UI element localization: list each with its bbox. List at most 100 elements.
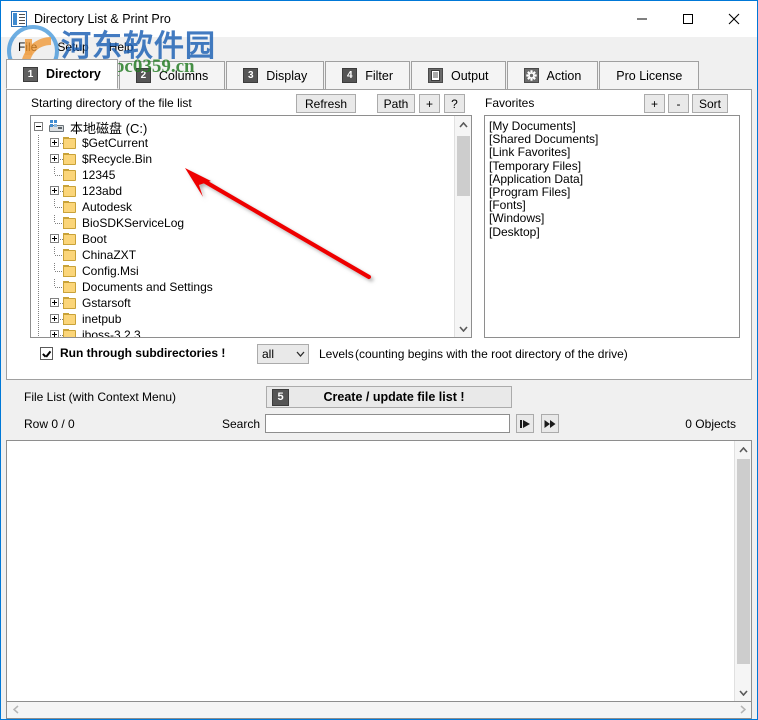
collapse-minus-icon[interactable]	[31, 119, 47, 135]
expand-plus-icon[interactable]	[47, 311, 65, 327]
tree-item[interactable]: ChinaZXT	[31, 247, 454, 263]
file-list-scroll-up-icon[interactable]	[735, 441, 752, 458]
tab-label-directory: Directory	[46, 67, 101, 81]
folder-icon	[63, 217, 77, 229]
search-next-match-icon[interactable]	[541, 414, 559, 433]
menu-item-setup[interactable]: Setup	[48, 38, 99, 57]
path-button[interactable]: Path	[377, 94, 415, 113]
expand-plus-icon[interactable]	[47, 295, 65, 311]
run-subdirectories-checkbox-row[interactable]: Run through subdirectories !	[40, 346, 225, 360]
path-help-button[interactable]: ?	[444, 94, 465, 113]
expand-plus-icon[interactable]	[47, 231, 65, 247]
refresh-button[interactable]: Refresh	[296, 94, 356, 113]
favorites-add-button[interactable]: +	[644, 94, 665, 113]
favorites-item[interactable]: [Windows]	[489, 212, 739, 225]
expander-box-minus[interactable]	[34, 122, 43, 131]
gear-icon	[523, 68, 539, 83]
tree-guide-line	[31, 199, 47, 215]
tree-item[interactable]: $GetCurrent	[31, 135, 454, 151]
favorites-list[interactable]: [My Documents] [Shared Documents] [Link Fa…	[484, 115, 740, 338]
tree-leaf-connector	[47, 247, 63, 263]
favorites-sort-button[interactable]: Sort	[692, 94, 728, 113]
minimize-button[interactable]	[619, 1, 665, 37]
tree-item-label: Gstarsoft	[82, 296, 131, 310]
tree-item[interactable]: Gstarsoft	[31, 295, 454, 311]
tab-pro-license[interactable]: Pro License	[599, 61, 700, 89]
tree-item-label: ChinaZXT	[82, 248, 137, 262]
window-title: Directory List & Print Pro	[34, 12, 171, 26]
run-subdirectories-label: Run through subdirectories !	[60, 346, 226, 360]
file-list-horizontal-scrollbar[interactable]	[6, 702, 752, 719]
add-path-button[interactable]: +	[419, 94, 440, 113]
search-first-match-icon[interactable]	[516, 414, 534, 433]
file-list-vertical-scrollbar[interactable]	[734, 441, 751, 701]
hscroll-right-icon[interactable]	[734, 702, 751, 717]
directory-panel: Starting directory of the file list Refr…	[6, 90, 752, 380]
file-list-scroll-down-icon[interactable]	[735, 684, 752, 701]
maximize-button[interactable]	[665, 1, 711, 37]
tab-output[interactable]: Output	[411, 61, 506, 89]
tab-label-display: Display	[266, 68, 308, 83]
tab-action[interactable]: Action	[506, 61, 599, 89]
tree-item[interactable]: inetpub	[31, 311, 454, 327]
menu-item-help[interactable]: Help	[100, 38, 145, 57]
tree-item[interactable]: Autodesk	[31, 199, 454, 215]
tab-label-output: Output	[451, 68, 489, 83]
tree-item[interactable]: 12345	[31, 167, 454, 183]
tab-columns[interactable]: 2 Columns	[118, 61, 226, 89]
tree-item-label: Documents and Settings	[82, 280, 213, 294]
search-input[interactable]	[265, 414, 510, 433]
tree-item[interactable]: 本地磁盘 (C:)	[31, 119, 454, 136]
tree-item[interactable]: 123abd	[31, 183, 454, 199]
tree-scroll-up-icon[interactable]	[455, 116, 471, 133]
folder-icon	[63, 169, 77, 181]
expand-plus-icon[interactable]	[47, 183, 65, 199]
menu-item-file[interactable]: File	[9, 38, 48, 57]
folder-icon	[63, 201, 77, 213]
tree-vertical-scrollbar[interactable]	[454, 116, 471, 337]
favorites-item[interactable]: [Desktop]	[489, 225, 739, 239]
tree-item[interactable]: Config.Msi	[31, 263, 454, 279]
levels-select[interactable]: all	[257, 344, 309, 364]
expander-box-plus[interactable]	[50, 154, 59, 163]
tree-scroll-down-icon[interactable]	[455, 320, 471, 337]
expand-plus-icon[interactable]	[47, 151, 65, 167]
run-subdirectories-checkbox[interactable]	[40, 346, 53, 360]
hscroll-left-icon[interactable]	[7, 702, 24, 717]
create-update-file-list-button[interactable]: 5 Create / update file list !	[266, 386, 512, 408]
tree-item[interactable]: jboss-3.2.3	[31, 327, 454, 337]
expander-box-plus[interactable]	[50, 330, 59, 337]
levels-select-value: all	[262, 347, 275, 361]
directory-tree[interactable]: 本地磁盘 (C:) $GetCurrent $Recycle.Bin 12345 123…	[30, 115, 472, 338]
expander-box-plus[interactable]	[50, 186, 59, 195]
favorites-item[interactable]: [Link Favorites]	[489, 146, 739, 159]
file-list-area[interactable]	[6, 440, 752, 702]
tree-item[interactable]: Boot	[31, 231, 454, 247]
favorites-item[interactable]: [Application Data]	[489, 172, 739, 186]
tab-badge-2: 2	[135, 68, 151, 83]
tab-badge-4: 4	[342, 68, 358, 83]
expander-box-plus[interactable]	[50, 314, 59, 323]
tree-item[interactable]: BioSDKServiceLog	[31, 215, 454, 231]
expander-box-plus[interactable]	[50, 138, 59, 147]
expander-box-plus[interactable]	[50, 298, 59, 307]
tab-filter[interactable]: 4 Filter	[325, 61, 410, 89]
file-list-scroll-thumb[interactable]	[737, 459, 750, 664]
close-button[interactable]	[711, 1, 757, 37]
expander-box-plus[interactable]	[50, 234, 59, 243]
expand-plus-icon[interactable]	[47, 135, 65, 151]
favorites-remove-button[interactable]: -	[668, 94, 689, 113]
tree-item[interactable]: $Recycle.Bin	[31, 151, 454, 167]
tab-badge-3: 3	[243, 68, 259, 83]
tab-directory[interactable]: 1 Directory	[6, 59, 118, 89]
tab-display[interactable]: 3 Display	[226, 61, 325, 89]
search-label: Search	[222, 417, 261, 431]
levels-note: (counting begins with the root directory…	[355, 347, 628, 361]
expand-plus-icon[interactable]	[47, 327, 65, 337]
tree-scroll-thumb[interactable]	[457, 136, 470, 196]
tree-leaf-connector	[47, 279, 63, 295]
favorites-item[interactable]: [Program Files]	[489, 185, 739, 199]
favorites-item[interactable]: [Temporary Files]	[489, 159, 739, 173]
chevron-down-icon	[292, 351, 308, 357]
tree-item[interactable]: Documents and Settings	[31, 279, 454, 295]
